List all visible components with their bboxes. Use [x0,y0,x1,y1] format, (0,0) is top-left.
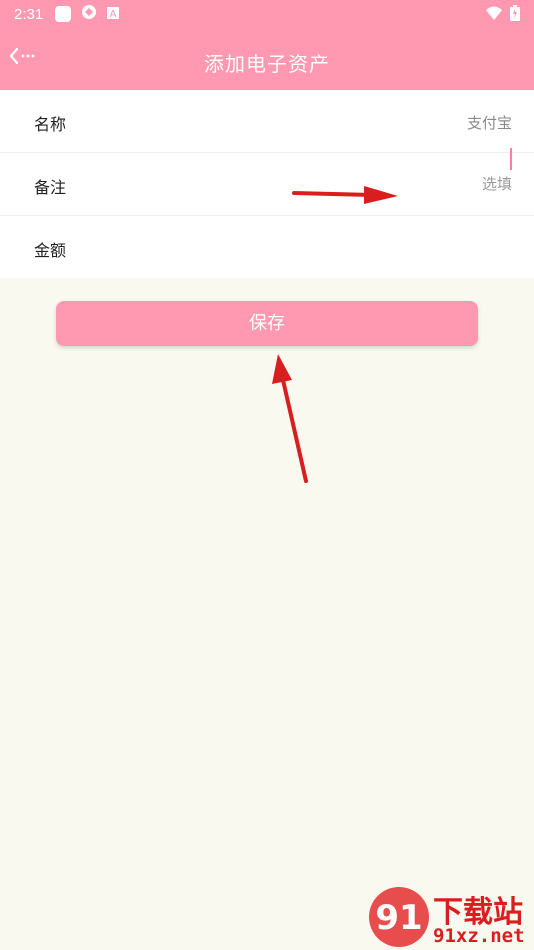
amount-input[interactable] [252,234,512,260]
save-button[interactable]: 保存 [56,301,478,346]
watermark: 91 下载站 91xz.net [365,885,534,950]
form-row-name[interactable]: 名称 支付宝 [0,90,534,153]
app-logo-icon [81,4,97,24]
watermark-logo-text: 91 [375,898,422,938]
battery-icon [510,5,520,25]
note-label: 备注 [34,178,67,197]
text-cursor [510,148,512,170]
svg-text:A: A [110,9,117,19]
amount-label: 金额 [34,241,67,260]
status-bar: 2:31 A [0,0,534,28]
title-bar: 添加电子资产 [0,28,534,90]
page-title: 添加电子资产 [204,52,330,76]
form-row-amount[interactable]: 金额 [0,216,534,278]
note-input[interactable] [252,171,512,197]
watermark-domain: 91xz.net [433,925,525,947]
app-square-icon [55,6,72,22]
name-label: 名称 [34,115,67,134]
arrow-to-save-button [272,354,308,483]
status-time: 2:31 [14,5,44,23]
name-value[interactable]: 支付宝 [467,112,512,133]
form-row-note[interactable]: 备注 [0,153,534,216]
asset-form: 名称 支付宝 备注 金额 [0,90,534,278]
keyboard-a-icon: A [107,5,120,23]
wifi-icon [486,6,502,24]
